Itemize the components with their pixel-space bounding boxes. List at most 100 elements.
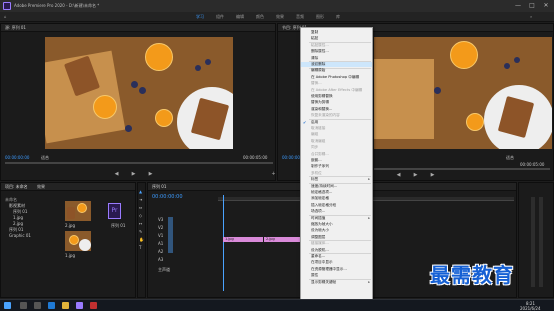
file-explorer-icon[interactable] <box>62 302 69 309</box>
search-taskbar-icon[interactable] <box>20 302 27 309</box>
edge-browser-icon[interactable] <box>48 302 55 309</box>
tab-effects[interactable]: 效果 <box>37 184 45 189</box>
source-monitor-label[interactable]: 源: 序列 01 <box>5 25 26 30</box>
track-header-a2[interactable]: A2 <box>158 249 163 254</box>
track-header-a1[interactable]: A1 <box>158 241 163 246</box>
track-header-v2[interactable]: V2 <box>158 225 163 230</box>
timeline-timecode[interactable]: 00:00:00:00 <box>152 195 183 200</box>
maximize-button[interactable]: □ <box>526 2 538 10</box>
source-fit-select[interactable]: 适合 <box>41 155 49 160</box>
razor-tool-icon[interactable]: ◇ <box>139 213 142 218</box>
context-menu-item[interactable]: 缩放为帧大小 <box>301 222 372 227</box>
project-tree-item[interactable]: 序列 01 <box>13 209 27 214</box>
task-view-icon[interactable] <box>34 302 41 309</box>
context-menu-item[interactable]: 在 Adobe Photoshop 中编辑 <box>301 75 372 80</box>
context-menu-item[interactable]: 属性 <box>301 273 372 278</box>
workspace-tab-libraries[interactable]: 库 <box>336 14 340 19</box>
workspace-tab-graphics[interactable]: 图形 <box>316 14 324 19</box>
project-tree-item[interactable]: 未命名 <box>5 197 17 202</box>
program-step-back-icon[interactable]: ◀ <box>396 173 401 178</box>
context-menu-item: 粘贴属性... <box>311 42 329 47</box>
workspace-tab-edit[interactable]: 编辑 <box>236 14 244 19</box>
track-header-a3[interactable]: A3 <box>158 257 163 262</box>
project-tree-item[interactable]: 1.jpg <box>13 215 23 220</box>
timeline-tab[interactable]: 序列 01 <box>152 184 166 189</box>
context-menu-item[interactable]: 清除 <box>301 56 372 61</box>
context-menu-item[interactable]: 场选项... <box>301 209 372 214</box>
source-monitor-panel: 源: 序列 01 00:00:00:00 适合 00:00:05:00 ◀ ▶ … <box>0 23 276 181</box>
program-step-forward-icon[interactable]: ▶ <box>430 173 435 178</box>
type-tool-icon[interactable]: T <box>139 245 141 250</box>
context-menu-item[interactable]: 波纹删除 <box>301 62 372 67</box>
context-menu-item[interactable]: 粘贴 <box>301 36 372 41</box>
workspace-tab-assembly[interactable]: 组件 <box>216 14 224 19</box>
step-forward-icon[interactable]: ▶ <box>148 172 153 177</box>
context-menu-item: 取消链接 <box>311 126 326 130</box>
project-panel: 项目: 未命名 效果 未命名 影视素材 序列 01 1.jpg 2.jpg 序列… <box>0 182 136 298</box>
context-menu-item[interactable]: 删除属性... <box>301 49 372 54</box>
windows-start-icon[interactable] <box>4 302 11 309</box>
workspace-tab-effects[interactable]: 效果 <box>276 14 284 19</box>
program-scrubber[interactable] <box>374 168 550 170</box>
tab-project[interactable]: 项目: 未命名 <box>5 184 28 189</box>
source-scrubber[interactable] <box>5 162 273 164</box>
premiere-taskbar-icon[interactable] <box>76 302 83 309</box>
track-header-master[interactable]: 主声道 <box>158 267 170 272</box>
search-icon[interactable]: ⌕ <box>530 14 532 19</box>
context-menu-item[interactable]: 替换为剪辑 <box>301 100 372 105</box>
context-menu-item[interactable]: 设为脱机... <box>301 248 372 253</box>
timeline-clip[interactable]: 1.jpg <box>223 237 263 242</box>
program-play-icon[interactable]: ▶ <box>413 173 418 178</box>
timeline-clip[interactable]: 2.jpg <box>264 237 304 242</box>
play-icon[interactable]: ▶ <box>131 172 136 177</box>
track-target-toggles[interactable] <box>168 217 173 253</box>
context-menu-item[interactable]: 设为帧大小 <box>301 228 372 233</box>
context-menu-item[interactable]: 调整图层 <box>301 235 372 240</box>
context-menu-item[interactable]: 制作子序列 <box>301 164 372 169</box>
add-button-icon[interactable]: + <box>271 172 276 177</box>
project-thumb-2jpg[interactable] <box>65 201 91 221</box>
track-select-icon[interactable]: ⇥ <box>139 197 142 202</box>
context-menu-item[interactable]: 在项目中显示 <box>301 260 372 265</box>
workspace-tab-learn[interactable]: 学习 <box>196 14 204 19</box>
context-menu-item[interactable]: 重命名... <box>301 254 372 259</box>
close-button[interactable]: ✕ <box>540 2 552 10</box>
minimize-button[interactable]: — <box>512 2 524 10</box>
context-menu-item[interactable]: 在资源管理器中显示... <box>301 267 372 272</box>
pen-tool-icon[interactable]: ✎ <box>139 229 142 234</box>
context-menu-item[interactable]: 添加帧定格 <box>301 196 372 201</box>
step-back-icon[interactable]: ◀ <box>114 172 119 177</box>
context-menu-item[interactable]: 标签 <box>301 177 372 182</box>
source-timecode-current[interactable]: 00:00:00:00 <box>5 155 29 160</box>
project-tree-item[interactable]: Graphic 01 <box>9 233 31 238</box>
context-menu-item[interactable]: 渲染和替换... <box>301 107 372 112</box>
context-menu-item[interactable]: 嵌套... <box>301 158 372 163</box>
hand-tool-icon[interactable]: ✋ <box>139 237 144 242</box>
ripple-edit-icon[interactable]: ⇔ <box>139 205 142 210</box>
workspace-tab-audio[interactable]: 音频 <box>296 14 304 19</box>
context-menu-item[interactable]: 编辑原始 <box>301 68 372 73</box>
workspace-tab-color[interactable]: 颜色 <box>256 14 264 19</box>
project-thumb-1jpg[interactable] <box>65 231 91 251</box>
selection-tool-icon[interactable]: ▲ <box>139 189 142 194</box>
program-fit-select[interactable]: 适合 <box>506 155 514 160</box>
context-menu-item[interactable]: 速度/持续时间... <box>301 184 372 189</box>
sequence-icon[interactable]: Pr <box>108 203 121 219</box>
track-header-v3[interactable]: V3 <box>158 217 163 222</box>
project-tree-item[interactable]: 2.jpg <box>13 221 23 226</box>
track-header-v1[interactable]: V1 <box>158 233 163 238</box>
app-taskbar-icon[interactable] <box>90 302 97 309</box>
playhead[interactable] <box>223 195 224 291</box>
clock-date[interactable]: 2021/6/24 <box>520 306 541 311</box>
context-menu-item[interactable]: 复制 <box>301 30 372 35</box>
home-icon[interactable]: ⌂ <box>4 14 7 19</box>
context-menu-item[interactable]: 使用剪辑替换 <box>301 94 372 99</box>
context-menu-item[interactable]: 时间插值 <box>301 216 372 221</box>
context-menu-item[interactable]: 插入帧定格分段 <box>301 203 372 208</box>
slip-tool-icon[interactable]: ↔ <box>139 221 142 226</box>
context-menu-item[interactable]: 显示剪辑关键帧 <box>301 280 372 285</box>
context-menu-item[interactable]: 帧定格选项... <box>301 190 372 195</box>
context-menu-item[interactable]: 启用 <box>301 120 372 125</box>
project-tree-item[interactable]: 影视素材 <box>9 203 25 208</box>
project-tree-item[interactable]: 序列 01 <box>9 227 23 232</box>
